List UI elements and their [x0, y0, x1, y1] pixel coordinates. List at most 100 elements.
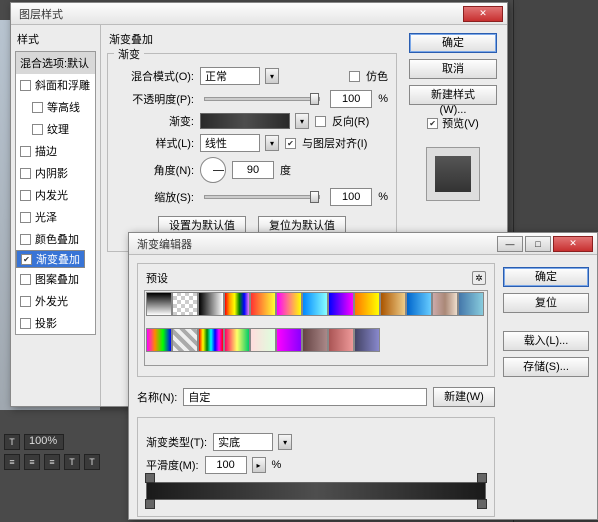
style-checkbox[interactable] [32, 102, 43, 113]
opacity-label: 不透明度(P): [116, 91, 194, 107]
preset-swatch[interactable] [354, 292, 380, 316]
dialog-buttons: 确定 取消 新建样式(W)... 预览(V) [409, 33, 497, 201]
style-checkbox[interactable] [20, 190, 31, 201]
preset-swatch[interactable] [250, 292, 276, 316]
titlebar[interactable]: 图层样式 ✕ [11, 3, 507, 25]
preset-swatch[interactable] [354, 328, 380, 352]
align-checkbox[interactable] [285, 138, 296, 149]
reverse-checkbox[interactable] [315, 116, 326, 127]
zoom-value[interactable]: 100% [24, 434, 64, 450]
preset-swatch[interactable] [406, 292, 432, 316]
preset-swatch[interactable] [302, 328, 328, 352]
type-select[interactable]: 实底 [213, 433, 273, 451]
dropdown-icon[interactable]: ▾ [265, 135, 279, 151]
preset-swatch[interactable] [172, 328, 198, 352]
align-right-icon[interactable]: ≡ [44, 454, 60, 470]
style-checkbox[interactable] [21, 254, 32, 265]
scale-slider[interactable] [204, 195, 320, 199]
gear-icon[interactable]: ✲ [472, 271, 486, 285]
style-checkbox[interactable] [20, 212, 31, 223]
preset-swatch[interactable] [458, 292, 484, 316]
style-item[interactable]: 渐变叠加 [16, 250, 85, 268]
style-item[interactable]: 图案叠加 [16, 268, 95, 290]
cancel-button[interactable]: 取消 [409, 59, 497, 79]
opacity-slider[interactable] [204, 97, 320, 101]
angle-dial[interactable] [200, 157, 226, 183]
preset-swatch[interactable] [328, 292, 354, 316]
align-left-icon[interactable]: ≡ [4, 454, 20, 470]
preset-swatch[interactable] [172, 292, 198, 316]
style-item[interactable]: 内阴影 [16, 162, 95, 184]
preset-swatch[interactable] [224, 328, 250, 352]
preset-swatch[interactable] [224, 292, 250, 316]
opacity-stop[interactable] [145, 473, 155, 483]
style-label: 内发光 [35, 187, 68, 203]
color-stop[interactable] [145, 499, 155, 509]
style-checkbox[interactable] [20, 168, 31, 179]
style-item[interactable]: 等高线 [16, 96, 95, 118]
load-button[interactable]: 载入(L)... [503, 331, 589, 351]
preset-swatch[interactable] [198, 328, 224, 352]
style-checkbox[interactable] [20, 296, 31, 307]
new-button[interactable]: 新建(W) [433, 387, 495, 407]
dropdown-icon[interactable]: ▾ [265, 68, 279, 84]
gradient-bar[interactable] [146, 482, 486, 500]
style-item[interactable]: 描边 [16, 140, 95, 162]
text-icon[interactable]: T [84, 454, 100, 470]
style-item[interactable]: 光泽 [16, 206, 95, 228]
text-icon[interactable]: T [64, 454, 80, 470]
type-tool-icon[interactable]: T [4, 434, 20, 450]
smooth-value[interactable]: 100 [205, 456, 247, 474]
name-input[interactable] [183, 388, 427, 406]
style-label: 斜面和浮雕 [35, 77, 90, 93]
preset-swatch[interactable] [380, 292, 406, 316]
style-item[interactable]: 混合选项:默认 [16, 52, 95, 74]
opacity-value[interactable]: 100 [330, 90, 372, 108]
style-checkbox[interactable] [20, 146, 31, 157]
style-item[interactable]: 纹理 [16, 118, 95, 140]
style-item[interactable]: 斜面和浮雕 [16, 74, 95, 96]
style-item[interactable]: 投影 [16, 312, 95, 334]
preset-swatch[interactable] [276, 292, 302, 316]
scale-value[interactable]: 100 [330, 188, 372, 206]
style-checkbox[interactable] [20, 318, 31, 329]
style-item[interactable]: 颜色叠加 [16, 228, 95, 250]
dither-checkbox[interactable] [349, 71, 360, 82]
minimize-button[interactable]: — [497, 236, 523, 252]
style-item[interactable]: 内发光 [16, 184, 95, 206]
preset-swatch[interactable] [146, 328, 172, 352]
blend-mode-select[interactable]: 正常 [200, 67, 260, 85]
color-stop[interactable] [477, 499, 487, 509]
align-center-icon[interactable]: ≡ [24, 454, 40, 470]
preset-swatch[interactable] [302, 292, 328, 316]
preset-swatch[interactable] [146, 292, 172, 316]
preset-swatch[interactable] [276, 328, 302, 352]
close-button[interactable]: ✕ [553, 236, 593, 252]
presets-group: 预设 ✲ [137, 263, 495, 377]
ok-button[interactable]: 确定 [503, 267, 589, 287]
dropdown-icon[interactable]: ▾ [278, 434, 292, 450]
titlebar[interactable]: 渐变编辑器 — □ ✕ [129, 233, 597, 255]
preset-swatch[interactable] [250, 328, 276, 352]
gradient-picker-icon[interactable]: ▾ [295, 113, 309, 129]
preset-swatch[interactable] [198, 292, 224, 316]
maximize-button[interactable]: □ [525, 236, 551, 252]
style-item[interactable]: 外发光 [16, 290, 95, 312]
save-button[interactable]: 存储(S)... [503, 357, 589, 377]
new-style-button[interactable]: 新建样式(W)... [409, 85, 497, 105]
dropdown-icon[interactable]: ▸ [252, 457, 266, 473]
preset-swatch[interactable] [328, 328, 354, 352]
style-checkbox[interactable] [20, 80, 31, 91]
reset-button[interactable]: 复位 [503, 293, 589, 313]
style-checkbox[interactable] [20, 274, 31, 285]
style-checkbox[interactable] [32, 124, 43, 135]
opacity-stop[interactable] [477, 473, 487, 483]
preset-swatch[interactable] [432, 292, 458, 316]
gradient-preview[interactable] [200, 113, 290, 129]
gradient-style-select[interactable]: 线性 [200, 134, 260, 152]
ok-button[interactable]: 确定 [409, 33, 497, 53]
preview-checkbox[interactable] [427, 118, 438, 129]
angle-value[interactable]: 90 [232, 161, 274, 179]
close-button[interactable]: ✕ [463, 6, 503, 22]
style-checkbox[interactable] [20, 234, 31, 245]
